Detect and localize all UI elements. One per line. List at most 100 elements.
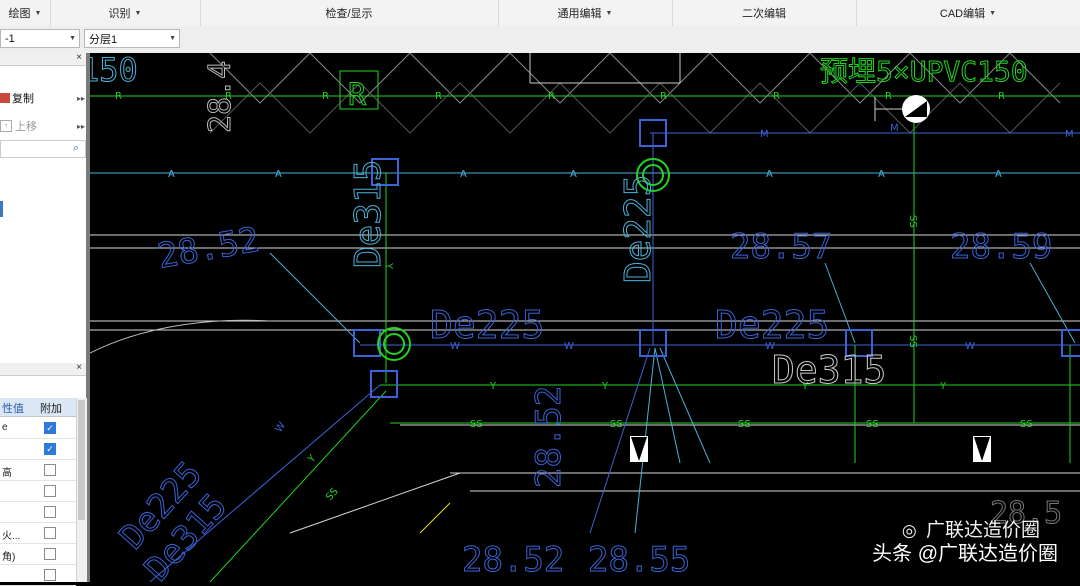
checkbox[interactable]: ✓ bbox=[44, 443, 56, 455]
props-col-value: 性值 bbox=[2, 403, 24, 415]
checkbox[interactable] bbox=[44, 464, 56, 476]
code-label: Y bbox=[601, 381, 609, 392]
cad-label: 28.4 bbox=[203, 61, 238, 133]
code-label: Y bbox=[489, 381, 497, 392]
code-label: A bbox=[460, 169, 467, 180]
code-label: SS bbox=[907, 335, 918, 348]
props-row[interactable]: 高 bbox=[0, 460, 76, 481]
code-label: A bbox=[766, 169, 773, 180]
chevron-down-icon: ▼ bbox=[989, 9, 997, 17]
code-label: A bbox=[168, 169, 175, 180]
floor-select[interactable]: -1 ▼ bbox=[0, 29, 80, 48]
layer-select[interactable]: 分层1 ▼ bbox=[84, 29, 180, 48]
props-row-value: 火... bbox=[2, 531, 21, 542]
checkbox[interactable] bbox=[44, 506, 56, 518]
cad-label: R bbox=[348, 78, 367, 113]
watermark-bottom: 头条 @广联达造价圈 bbox=[872, 537, 1058, 566]
menu-cad-edit-label: CAD编辑 bbox=[939, 8, 986, 20]
cad-label: De225 bbox=[430, 303, 544, 347]
cad-canvas[interactable]: R R R R R R R R R M M M A A A A A A A SS… bbox=[90, 53, 1080, 582]
copy-button[interactable]: 复制 ▸▸ bbox=[0, 87, 88, 109]
code-label: R bbox=[998, 91, 1005, 102]
move-up-label: 上移 bbox=[15, 121, 37, 133]
chevron-down-icon: ▼ bbox=[34, 9, 42, 17]
checkbox[interactable] bbox=[44, 569, 56, 581]
search-icon[interactable]: ⌕ bbox=[73, 142, 79, 155]
code-label: SS bbox=[610, 419, 623, 430]
chevron-down-icon: ▼ bbox=[69, 35, 76, 42]
cad-label: De315 bbox=[348, 160, 389, 268]
code-label: A bbox=[275, 169, 282, 180]
code-label: SS bbox=[907, 215, 918, 228]
code-label: SS bbox=[324, 486, 341, 503]
menu-identify-label: 识别 bbox=[108, 8, 131, 20]
props-row[interactable]: 角) bbox=[0, 544, 76, 565]
props-row[interactable]: 火... bbox=[0, 523, 76, 544]
layer-select-value: 分层1 bbox=[89, 33, 118, 46]
toolbar: -1 ▼ 分层1 ▼ bbox=[0, 26, 1080, 54]
props-row[interactable] bbox=[0, 502, 76, 523]
props-scrollbar[interactable] bbox=[76, 398, 87, 582]
code-label: SS bbox=[1020, 419, 1033, 430]
menu-secondary-edit[interactable]: 二次编辑 bbox=[672, 0, 857, 26]
menu-identify[interactable]: 识别 ▼ bbox=[50, 0, 201, 26]
chevron-down-icon: ▼ bbox=[134, 9, 142, 17]
code-label: A bbox=[570, 169, 577, 180]
props-row[interactable]: ✓ bbox=[0, 439, 76, 460]
cad-label: 28.52 bbox=[529, 386, 569, 488]
menu-draw[interactable]: 绘图 ▼ bbox=[0, 0, 51, 26]
close-icon[interactable]: × bbox=[76, 362, 82, 373]
checkbox[interactable] bbox=[44, 527, 56, 539]
tree-selection-marker bbox=[0, 201, 3, 217]
code-label: SS bbox=[738, 419, 751, 430]
menu-general-edit[interactable]: 通用编辑 ▼ bbox=[498, 0, 673, 26]
checkbox[interactable]: ✓ bbox=[44, 422, 56, 434]
cad-label: 28.52 bbox=[462, 540, 564, 580]
menu-bar: 绘图 ▼ 识别 ▼ 检查/显示 通用编辑 ▼ 二次编辑 CAD编辑 ▼ bbox=[0, 0, 1080, 27]
cad-label: 28.59 bbox=[950, 227, 1052, 267]
cad-label: 28.57 bbox=[730, 227, 832, 267]
code-label: R bbox=[548, 91, 555, 102]
props-row[interactable] bbox=[0, 481, 76, 502]
code-label: W bbox=[273, 420, 288, 435]
props-row[interactable]: e ✓ bbox=[0, 418, 76, 439]
props-row-value: 高 bbox=[2, 468, 12, 479]
checkbox[interactable] bbox=[44, 548, 56, 560]
cad-label: De315 bbox=[772, 348, 886, 392]
scroll-thumb[interactable] bbox=[78, 400, 85, 520]
cad-label: De225 bbox=[618, 175, 659, 283]
code-label: M bbox=[760, 129, 769, 140]
props-row-value: e bbox=[2, 422, 8, 433]
expand-icon[interactable]: ▸▸ bbox=[77, 94, 85, 103]
menu-check-display[interactable]: 检查/显示 bbox=[200, 0, 499, 26]
move-up-icon: ↑ bbox=[0, 120, 12, 132]
props-row[interactable] bbox=[0, 565, 76, 586]
code-label: R bbox=[773, 91, 780, 102]
code-label: A bbox=[995, 169, 1002, 180]
props-row-value: 角) bbox=[2, 552, 16, 563]
cad-label: De225 bbox=[715, 303, 829, 347]
line-codes: R R R R R R R R R M M M A A A A A A A SS… bbox=[115, 91, 1074, 503]
code-label: Y bbox=[305, 452, 319, 465]
close-icon[interactable]: × bbox=[76, 52, 82, 63]
code-label: R bbox=[322, 91, 329, 102]
code-label: SS bbox=[866, 419, 879, 430]
checkbox[interactable] bbox=[44, 485, 56, 497]
code-label: R bbox=[435, 91, 442, 102]
floor-select-value: -1 bbox=[5, 32, 15, 45]
watermark-line2: @广联达造价圈 bbox=[917, 543, 1058, 565]
code-label: M bbox=[890, 123, 899, 134]
menu-check-display-label: 检查/显示 bbox=[325, 8, 373, 20]
cad-label: 28.52 bbox=[155, 220, 263, 277]
menu-cad-edit[interactable]: CAD编辑 ▼ bbox=[856, 0, 1080, 26]
code-label: M bbox=[1065, 129, 1074, 140]
copy-label: 复制 bbox=[12, 93, 34, 105]
code-label: R bbox=[115, 91, 122, 102]
search-input[interactable]: ⌕ bbox=[0, 140, 86, 158]
move-up-button[interactable]: ↑ 上移 ▸▸ bbox=[0, 115, 88, 137]
menu-draw-label: 绘图 bbox=[8, 8, 31, 20]
code-label: R bbox=[660, 91, 667, 102]
chevron-down-icon: ▼ bbox=[169, 35, 176, 42]
expand-icon[interactable]: ▸▸ bbox=[77, 122, 85, 131]
copy-icon bbox=[0, 93, 10, 103]
